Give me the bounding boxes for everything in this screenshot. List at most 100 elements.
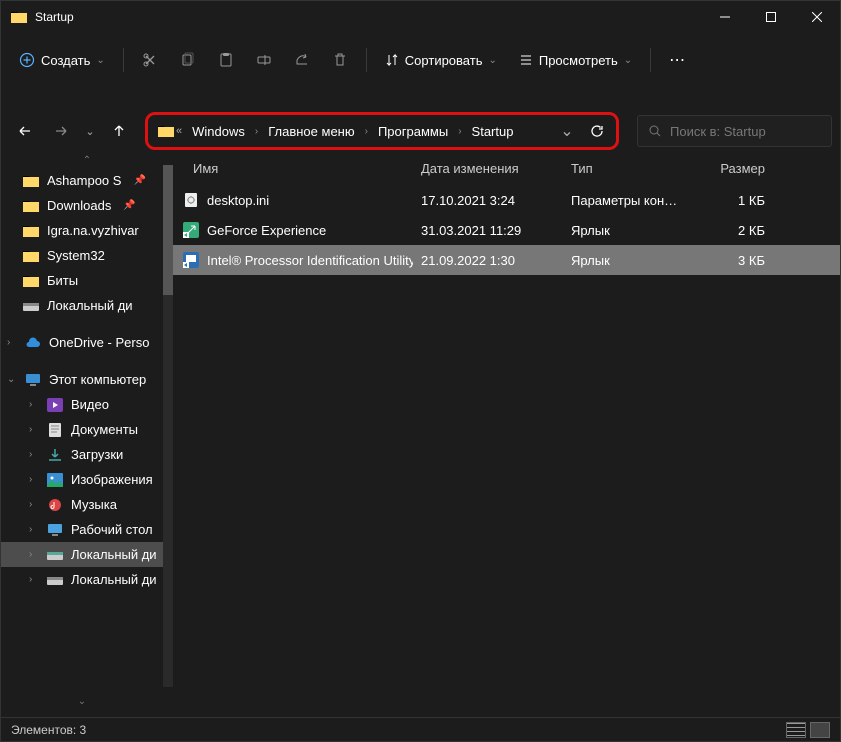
cloud-icon [25, 337, 41, 349]
minimize-button[interactable] [702, 1, 748, 33]
sidebar-label: Документы [71, 422, 138, 437]
desktop-icon [47, 523, 63, 537]
thumbnails-view-button[interactable] [810, 722, 830, 738]
chevron-down-icon[interactable]: ⌄ [7, 374, 17, 385]
sidebar-item[interactable]: System32 [1, 243, 173, 268]
column-type[interactable]: Тип [563, 157, 693, 180]
sidebar-label: Видео [71, 397, 109, 412]
chevron-down-icon: ⌄ [96, 55, 104, 66]
column-headers: Имя Дата изменения Тип Размер [173, 153, 840, 185]
sidebar-item[interactable]: Igra.na.vyzhivar [1, 218, 173, 243]
chevron-right-icon[interactable]: › [29, 549, 39, 560]
column-name[interactable]: Имя [173, 157, 413, 180]
file-row[interactable]: GeForce Experience 31.03.2021 11:29 Ярлы… [173, 215, 840, 245]
sidebar-item[interactable]: › Локальный ди [1, 542, 173, 567]
titlebar[interactable]: Startup [1, 1, 840, 33]
sidebar-item-onedrive[interactable]: › OneDrive - Perso [1, 330, 173, 355]
sidebar-item[interactable]: › Загрузки [1, 442, 173, 467]
pin-icon: 📌 [123, 200, 135, 211]
sidebar-label: Локальный ди [71, 547, 157, 562]
sidebar-label: Downloads [47, 198, 111, 213]
chevron-right-icon[interactable]: › [29, 424, 39, 435]
forward-button[interactable] [45, 115, 77, 147]
copy-button[interactable] [170, 42, 206, 78]
file-row[interactable]: Intel® Processor Identification Utility … [173, 245, 840, 275]
cut-button[interactable] [132, 42, 168, 78]
rename-button[interactable] [246, 42, 282, 78]
folder-icon [11, 10, 27, 24]
close-button[interactable] [794, 1, 840, 33]
copy-icon [180, 52, 196, 68]
music-icon [47, 498, 63, 512]
drive-icon [47, 549, 63, 561]
details-view-button[interactable] [786, 722, 806, 738]
more-button[interactable]: ⋯ [659, 50, 695, 70]
sidebar-item[interactable]: Локальный ди [1, 293, 173, 318]
maximize-button[interactable] [748, 1, 794, 33]
pictures-icon [47, 473, 63, 487]
file-size: 2 КБ [693, 218, 773, 243]
column-date[interactable]: Дата изменения [413, 157, 563, 180]
folder-icon [23, 199, 39, 213]
scroll-up-button[interactable]: ⌃ [1, 153, 173, 168]
sidebar-item[interactable]: › Изображения [1, 467, 173, 492]
shortcut-icon [183, 252, 199, 268]
recent-button[interactable]: ⌄ [81, 115, 99, 147]
sidebar-item[interactable]: › Музыка [1, 492, 173, 517]
sort-button[interactable]: Сортировать ⌄ [375, 47, 507, 74]
arrow-up-icon [112, 124, 126, 138]
divider [366, 48, 367, 72]
chevron-right-icon[interactable]: › [456, 126, 463, 137]
folder-icon [158, 124, 174, 138]
window-controls [702, 1, 840, 33]
sidebar-item[interactable]: › Документы [1, 417, 173, 442]
sort-icon [385, 53, 399, 67]
sidebar-scrollbar-thumb[interactable] [163, 165, 173, 295]
paste-button[interactable] [208, 42, 244, 78]
chevron-right-icon[interactable]: › [7, 337, 17, 348]
breadcrumb-item[interactable]: Startup [466, 120, 520, 143]
refresh-button[interactable] [584, 124, 610, 138]
breadcrumb-item[interactable]: Программы [372, 120, 454, 143]
sidebar-item[interactable]: Биты [1, 268, 173, 293]
new-button[interactable]: Создать ⌄ [9, 46, 115, 74]
address-dropdown[interactable]: ⌄ [554, 121, 580, 141]
downloads-icon [47, 448, 63, 462]
arrow-left-icon [18, 124, 32, 138]
chevron-down-icon: ⌄ [624, 55, 632, 66]
breadcrumb-item[interactable]: Windows [186, 120, 251, 143]
up-button[interactable] [103, 115, 135, 147]
folder-icon [23, 274, 39, 288]
window-title: Startup [35, 10, 702, 24]
address-bar[interactable]: « Windows › Главное меню › Программы › S… [145, 112, 619, 150]
search-input[interactable]: Поиск в: Startup [637, 115, 832, 147]
sidebar-item[interactable]: › Локальный ди [1, 567, 173, 592]
chevron-right-icon[interactable]: › [363, 126, 370, 137]
chevron-right-icon[interactable]: › [253, 126, 260, 137]
chevron-right-icon[interactable]: › [29, 524, 39, 535]
back-button[interactable] [9, 115, 41, 147]
share-button[interactable] [284, 42, 320, 78]
overflow-chevrons-icon[interactable]: « [176, 125, 182, 137]
column-size[interactable]: Размер [693, 157, 773, 180]
share-icon [294, 52, 310, 68]
sidebar-label: Рабочий стол [71, 522, 153, 537]
chevron-right-icon[interactable]: › [29, 499, 39, 510]
chevron-right-icon[interactable]: › [29, 574, 39, 585]
chevron-right-icon[interactable]: › [29, 449, 39, 460]
delete-button[interactable] [322, 42, 358, 78]
sidebar-item[interactable]: › Рабочий стол [1, 517, 173, 542]
sidebar-item-thispc[interactable]: ⌄ Этот компьютер [1, 367, 173, 392]
scroll-down-button[interactable]: ⌄ [1, 696, 163, 707]
file-date: 17.10.2021 3:24 [413, 188, 563, 213]
chevron-right-icon[interactable]: › [29, 399, 39, 410]
breadcrumb-item[interactable]: Главное меню [262, 120, 360, 143]
chevron-right-icon[interactable]: › [29, 474, 39, 485]
file-row[interactable]: desktop.ini 17.10.2021 3:24 Параметры ко… [173, 185, 840, 215]
view-button[interactable]: Просмотреть ⌄ [509, 47, 642, 74]
sidebar-item[interactable]: Ashampoo S 📌 [1, 168, 173, 193]
sidebar-item[interactable]: Downloads 📌 [1, 193, 173, 218]
sidebar-item[interactable]: › Видео [1, 392, 173, 417]
rename-icon [256, 52, 272, 68]
sidebar-label: Igra.na.vyzhivar [47, 223, 139, 238]
